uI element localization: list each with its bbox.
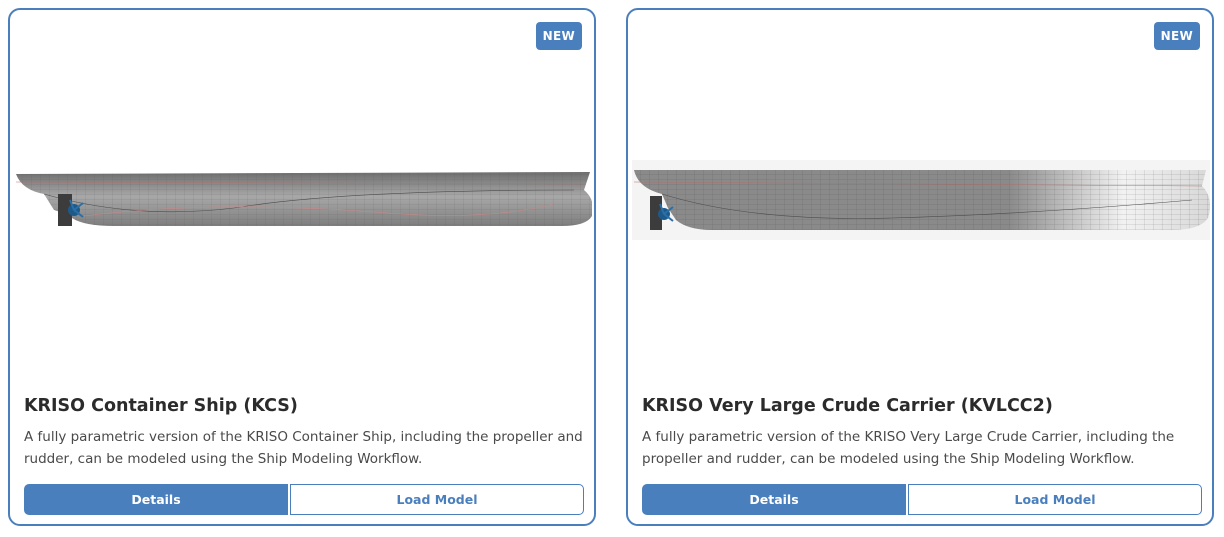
kvlcc2-ship-image xyxy=(632,160,1210,240)
model-card-kcs: NEW KRISO Container Ship (KCS) A fully p… xyxy=(8,8,596,526)
details-button[interactable]: Details xyxy=(642,484,906,515)
load-model-button[interactable]: Load Model xyxy=(290,484,584,515)
model-card-kvlcc2: NEW KRISO Very Large Crude Carrier (KVLC… xyxy=(626,8,1214,526)
card-title: KRISO Very Large Crude Carrier (KVLCC2) xyxy=(642,396,1053,416)
new-badge: NEW xyxy=(1153,22,1200,50)
new-badge: NEW xyxy=(535,22,582,50)
card-description: A fully parametric version of the KRISO … xyxy=(642,429,1175,467)
details-button[interactable]: Details xyxy=(24,484,288,515)
kcs-ship-image xyxy=(15,172,592,226)
card-title: KRISO Container Ship (KCS) xyxy=(24,396,298,416)
card-description: A fully parametric version of the KRISO … xyxy=(24,429,583,467)
load-model-button[interactable]: Load Model xyxy=(908,484,1202,515)
